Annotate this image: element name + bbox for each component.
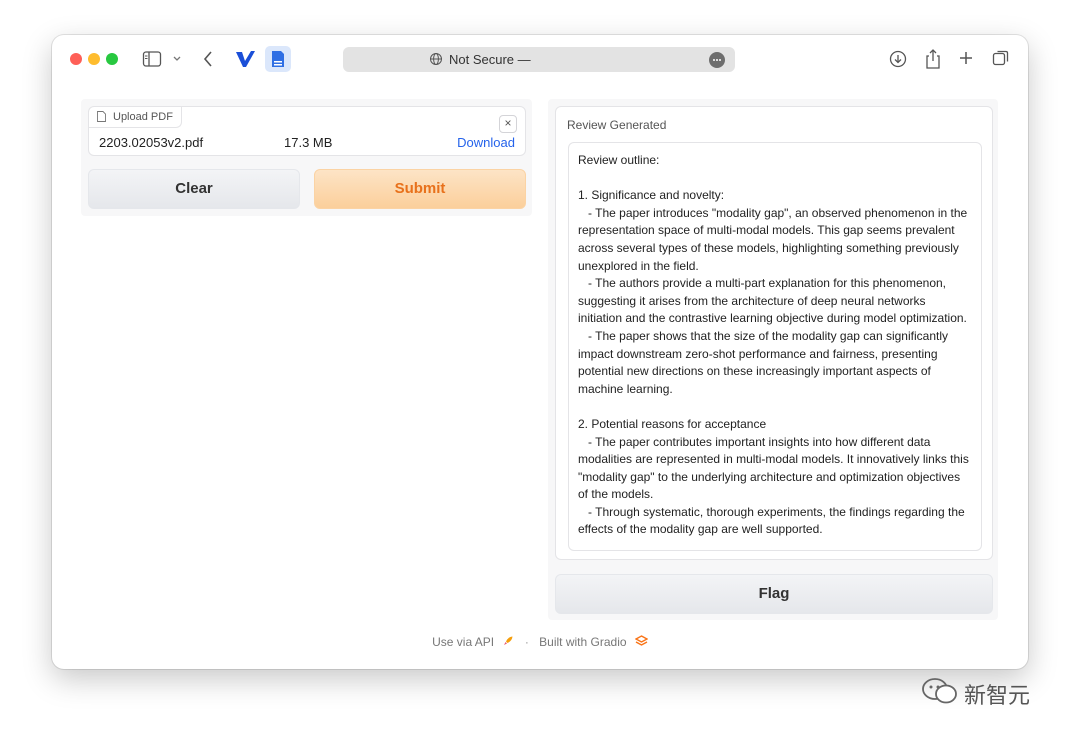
close-window-button[interactable] <box>70 53 82 65</box>
address-text: Not Secure — <box>449 52 531 67</box>
watermark: 新智元 <box>920 676 1060 709</box>
share-icon[interactable] <box>924 48 942 70</box>
download-icon[interactable] <box>889 50 907 68</box>
browser-window: Not Secure — Upload PDF × 2203.02053v2.p… <box>52 35 1028 669</box>
new-tab-icon[interactable] <box>958 50 974 66</box>
minimize-window-button[interactable] <box>88 53 100 65</box>
sidebar-icon[interactable] <box>142 50 162 68</box>
rocket-icon <box>504 636 513 645</box>
close-icon[interactable]: × <box>499 115 517 133</box>
review-label: Review Generated <box>567 118 667 132</box>
footer-separator: · <box>524 635 529 649</box>
address-bar[interactable]: Not Secure — <box>343 47 735 72</box>
review-textarea[interactable]: Review outline: 1. Significance and nove… <box>568 142 982 551</box>
gradio-logo-icon <box>634 635 649 646</box>
pdf-upload[interactable]: Upload PDF × 2203.02053v2.pdf 17.3 MB Do… <box>88 106 526 156</box>
back-icon[interactable] <box>202 50 214 68</box>
wechat-icon <box>922 678 957 704</box>
browser-toolbar: Not Secure — <box>52 35 1028 85</box>
chevron-down-icon[interactable] <box>172 55 182 63</box>
download-link[interactable]: Download <box>457 135 515 150</box>
zoom-window-button[interactable] <box>106 53 118 65</box>
file-name: 2203.02053v2.pdf <box>99 135 204 150</box>
globe-icon <box>430 53 442 65</box>
output-panel: Review Generated Review outline: 1. Sign… <box>548 99 998 620</box>
flag-button[interactable]: Flag <box>555 574 993 614</box>
vivaldi-tab-icon[interactable] <box>234 49 256 69</box>
built-with-gradio-link[interactable]: Built with Gradio <box>539 635 626 649</box>
more-icon[interactable] <box>709 52 725 68</box>
review-output: Review Generated Review outline: 1. Sign… <box>555 106 993 560</box>
document-tab[interactable] <box>265 46 291 72</box>
use-via-api-link[interactable]: Use via API <box>432 635 494 649</box>
tab-overview-icon[interactable] <box>992 49 1010 67</box>
upload-tab: Upload PDF <box>89 107 182 128</box>
document-tab-icon <box>272 51 284 67</box>
clear-button[interactable]: Clear <box>88 169 300 209</box>
input-panel: Upload PDF × 2203.02053v2.pdf 17.3 MB Do… <box>81 99 532 216</box>
watermark-text: 新智元 <box>964 684 1031 709</box>
review-text: Review outline: 1. Significance and nove… <box>578 153 969 537</box>
file-size: 17.3 MB <box>284 135 333 150</box>
footer: Use via API · Built with Gradio <box>52 635 1028 649</box>
submit-button[interactable]: Submit <box>314 169 526 209</box>
upload-tab-label: Upload PDF <box>113 111 173 123</box>
file-icon <box>97 111 106 122</box>
